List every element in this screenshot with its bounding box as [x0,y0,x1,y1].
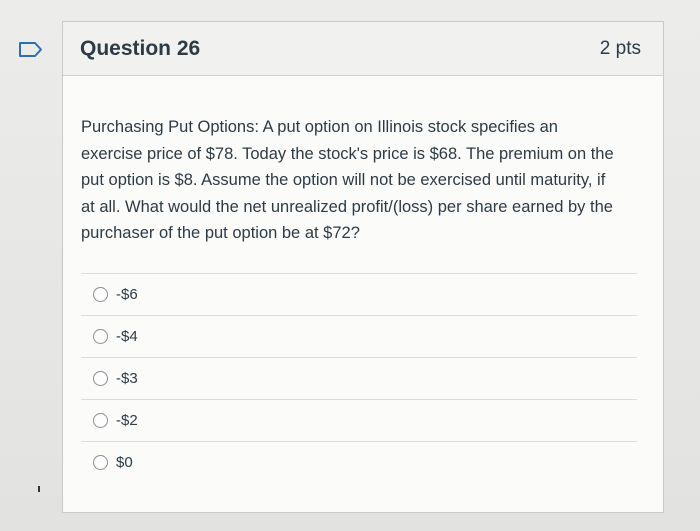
answer-option[interactable]: -$4 [81,316,637,358]
radio-button[interactable] [93,412,108,428]
question-title: Question 26 [80,36,201,60]
radio-button[interactable] [93,370,108,386]
radio-button[interactable] [93,328,108,344]
answer-label: -$6 [116,285,138,303]
answer-label: $0 [116,454,133,471]
answer-label: -$3 [116,369,138,387]
answer-option[interactable]: -$6 [81,274,637,316]
page-marker [38,486,40,492]
question-points: 2 pts [599,37,641,59]
answer-option[interactable]: -$3 [81,358,637,400]
question-card: Question 26 2 pts Purchasing Put Options… [62,21,664,513]
question-text: Purchasing Put Options: A put option on … [81,118,614,242]
flag-question-icon[interactable] [18,41,44,58]
radio-button[interactable] [93,286,108,302]
question-header: Question 26 2 pts [63,22,663,76]
answer-label: -$2 [116,411,138,429]
answer-option[interactable]: $0 [81,442,637,484]
answer-option[interactable]: -$2 [81,400,637,442]
answer-list: -$6 -$4 -$3 -$2 $0 [81,272,637,484]
screen: Question 26 2 pts Purchasing Put Options… [0,0,700,531]
radio-button[interactable] [93,455,108,470]
answer-label: -$4 [116,327,138,345]
